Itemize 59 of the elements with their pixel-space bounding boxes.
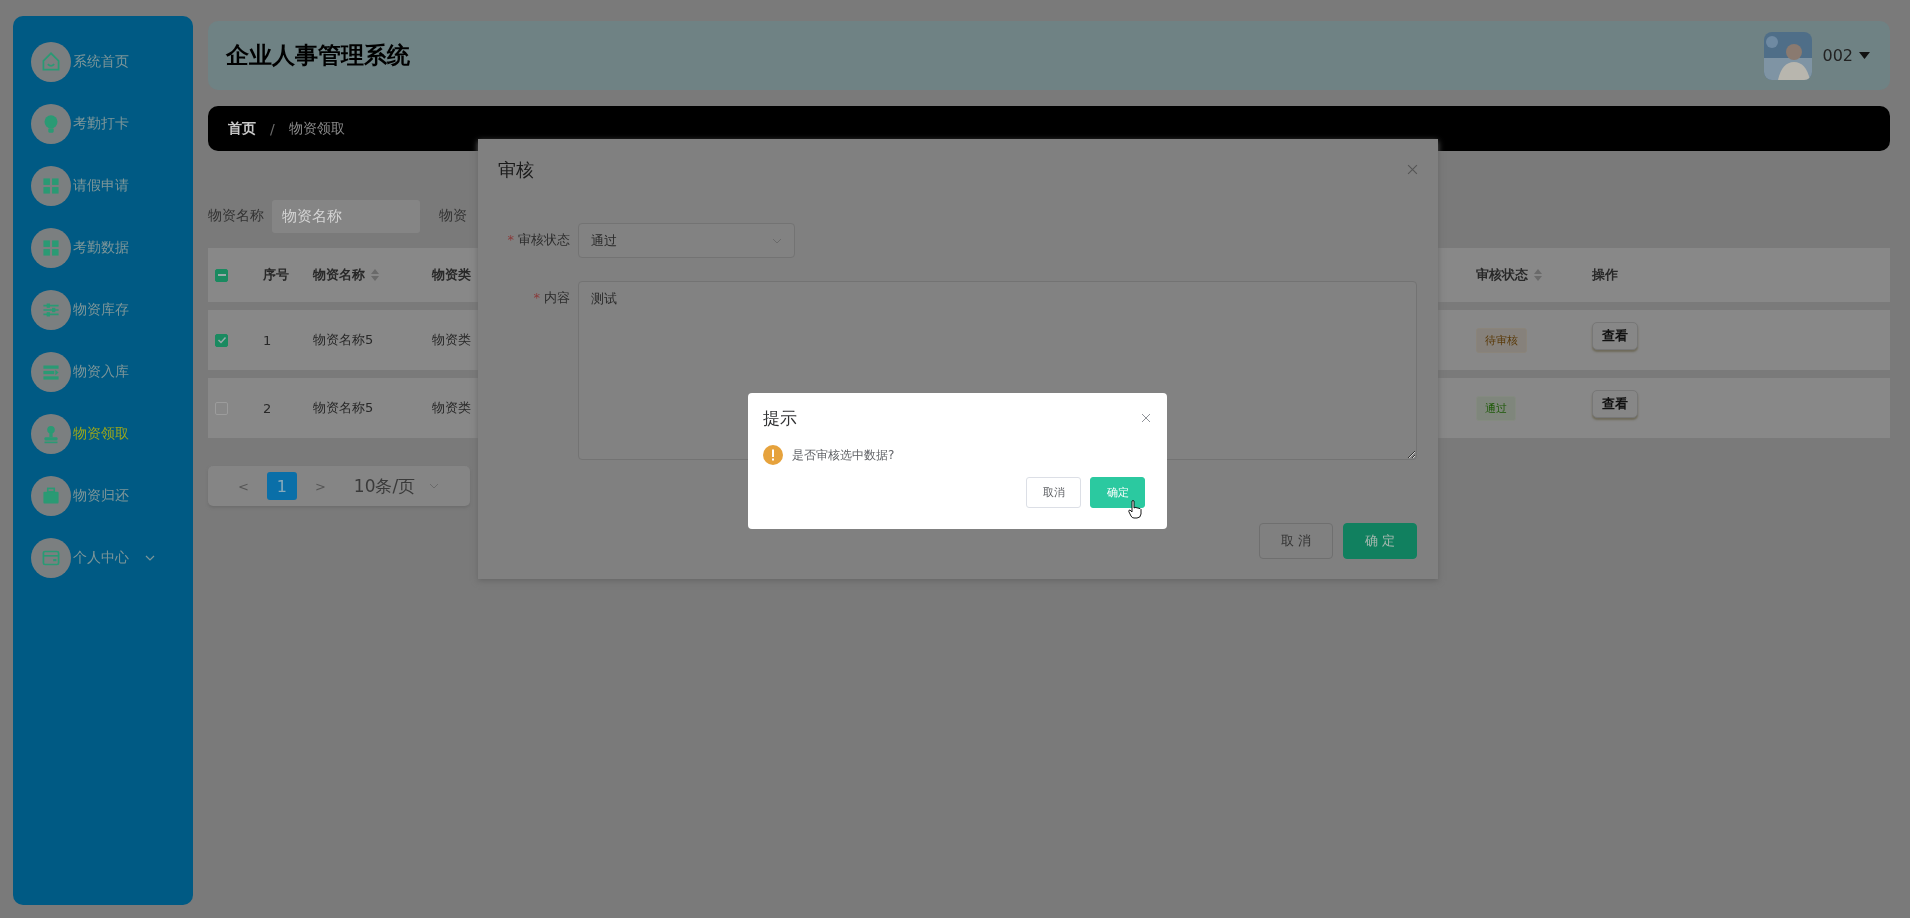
cancel-button[interactable]: 取消 (1026, 477, 1081, 508)
user-menu[interactable]: 002 (1822, 46, 1870, 65)
page-size-select[interactable]: 10条/页 (353, 474, 440, 498)
breadcrumb-separator: / (270, 120, 275, 137)
field-label: * 审核状态 (506, 231, 571, 249)
table-cell-text: 物资名称5 (313, 399, 375, 417)
sidebar-item[interactable]: 物资库存 (31, 279, 193, 341)
table-cell-text: 2 (263, 400, 273, 416)
sidebar-item[interactable]: 物资入库 (31, 341, 193, 403)
next-page-button[interactable]: > (310, 478, 330, 494)
field-label: 物资名称 (208, 207, 264, 225)
sort-icon[interactable] (371, 269, 379, 281)
column-header[interactable]: 审核状态 (1476, 266, 1542, 284)
column-header: 物资类 (432, 266, 471, 284)
breadcrumb-item[interactable]: 首页 (228, 119, 256, 138)
table-cell-text: 物资类 (432, 331, 472, 349)
sidebar-item[interactable]: 请假申请 (31, 155, 193, 217)
column-header: 序号 (263, 266, 289, 284)
app-title: 企业人事管理系统 (226, 41, 411, 70)
field-label: * 内容 (532, 289, 571, 307)
row-checkbox[interactable] (215, 333, 228, 347)
table-cell-text: 1 (263, 332, 273, 348)
prev-page-button[interactable]: < (234, 478, 253, 494)
dialog-title: 审核 (498, 158, 534, 182)
table-cell-text: 物资类 (432, 399, 472, 417)
chevron-down-icon (772, 237, 782, 244)
search-field[interactable]: 物资名称 (272, 199, 420, 233)
status-tag: 待审核 (1476, 327, 1527, 353)
view-button[interactable]: 查看 (1592, 390, 1638, 418)
cancel-button[interactable]: 取 消 (1259, 523, 1333, 559)
sidebar-item[interactable]: 考勤打卡 (31, 93, 193, 155)
column-header[interactable]: 物资名称 (313, 266, 379, 284)
sidebar-item[interactable]: 系统首页 (31, 31, 193, 93)
close-icon[interactable] (1407, 163, 1418, 175)
caret-down-icon (1859, 52, 1870, 59)
sort-icon[interactable] (1534, 269, 1542, 281)
hand-cursor-icon (1128, 500, 1142, 519)
status-tag: 通过 (1476, 395, 1516, 421)
view-button[interactable]: 查看 (1592, 322, 1638, 350)
confirm-button[interactable]: 确 定 (1343, 523, 1417, 559)
minus-icon (217, 274, 226, 276)
check-icon (216, 335, 227, 345)
select-all-checkbox[interactable] (215, 268, 228, 282)
status-select[interactable]: 通过 (578, 223, 795, 258)
column-header: 操作 (1592, 266, 1618, 284)
dialog-title: 提示 (763, 406, 797, 430)
chevron-down-icon (145, 555, 155, 561)
sidebar-item[interactable]: 物资归还 (31, 465, 193, 527)
warning-icon (763, 445, 783, 465)
page-button[interactable]: 1 (266, 472, 297, 500)
sidebar-item[interactable]: 物资领取 (31, 403, 193, 465)
table-cell-text: 物资名称5 (313, 331, 375, 349)
close-icon[interactable] (1141, 412, 1151, 423)
chevron-down-icon (429, 483, 440, 489)
field-label: 物资 (439, 207, 467, 225)
sidebar-item[interactable]: 考勤数据 (31, 217, 193, 279)
confirm-button[interactable]: 确定 (1090, 477, 1145, 508)
sidebar-item[interactable]: 个人中心 (31, 527, 193, 589)
breadcrumb-item: 物资领取 (288, 119, 345, 138)
